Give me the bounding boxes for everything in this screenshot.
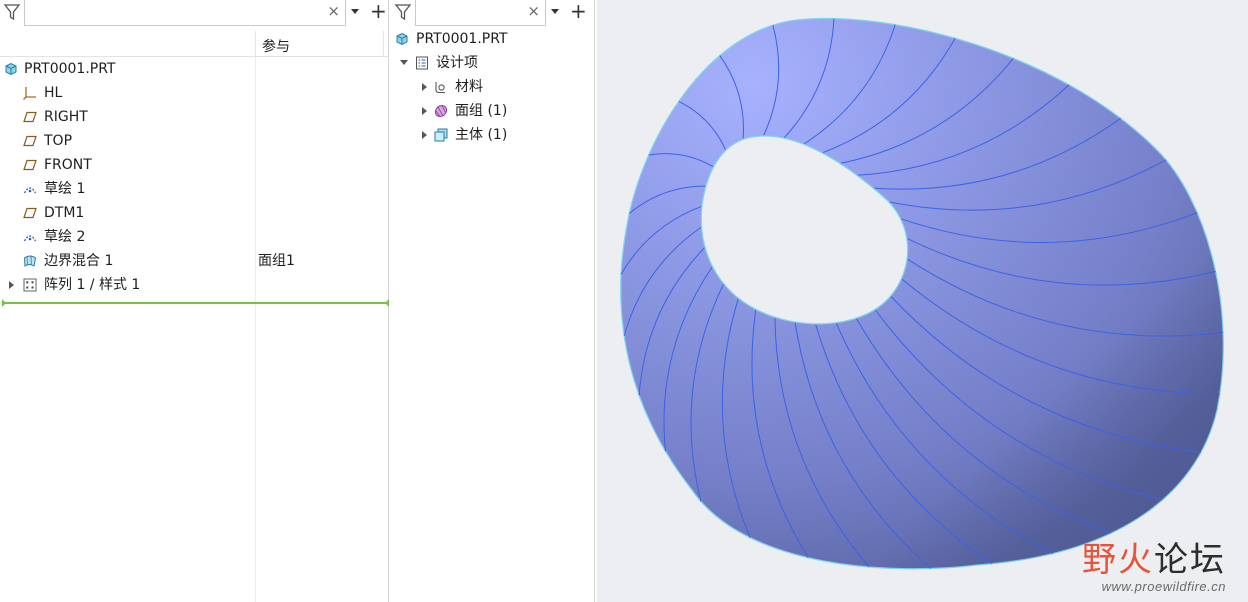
watermark-part2: 论坛 — [1154, 540, 1226, 580]
column-header-participation[interactable]: 参与 — [262, 36, 290, 56]
tree-item-label: PRT0001.PRT — [24, 61, 116, 77]
detail-tree-search-input[interactable] — [420, 0, 520, 24]
pattern-icon — [23, 278, 37, 292]
csys-icon — [23, 87, 36, 100]
quilt-icon — [434, 104, 448, 118]
add-column-icon[interactable]: + — [370, 0, 387, 22]
material-icon — [435, 82, 445, 94]
tree-item-label: FRONT — [44, 157, 92, 173]
detail-item-label: 主体 (1) — [455, 127, 508, 143]
tree-item-boundary-blend[interactable]: 边界混合 1 面组1 — [0, 249, 389, 273]
part-icon — [396, 32, 408, 46]
part-icon — [5, 62, 17, 76]
tree-item-label: 阵列 1 / 样式 1 — [44, 277, 141, 293]
datum-plane-icon — [23, 207, 37, 219]
design-items-label: 设计项 — [436, 55, 478, 71]
detail-tree-panel: × + PRT0001.PRT 设计项 材料 面组 (1) 主体 (1) — [391, 0, 595, 602]
expand-arrow-icon[interactable] — [422, 131, 427, 139]
detail-root-label: PRT0001.PRT — [416, 31, 508, 47]
add-column-icon[interactable]: + — [570, 0, 587, 22]
clear-search-icon[interactable]: × — [327, 2, 340, 20]
detail-tree-search-box[interactable]: × — [415, 0, 546, 26]
filter-icon[interactable] — [394, 2, 412, 22]
tree-item-label: 边界混合 1 — [44, 253, 114, 269]
model-tree-search-input[interactable] — [29, 0, 319, 24]
search-dropdown-icon[interactable] — [551, 9, 559, 14]
watermark-title: 野火论坛 — [1082, 541, 1226, 579]
datum-plane-icon — [23, 159, 37, 171]
tree-item-label: 草绘 1 — [44, 181, 86, 197]
boundary-blend-icon — [23, 255, 37, 267]
model-tree-panel: × + 参与 PRT0001.PRT HL RIGHT TOP FRONT 草绘… — [0, 0, 389, 602]
tree-item-label: DTM1 — [44, 205, 85, 221]
tree-item-reference: 面组1 — [258, 253, 295, 269]
expand-arrow-icon[interactable] — [422, 107, 427, 115]
surface-model[interactable] — [597, 0, 1248, 602]
tree-column-header: 参与 — [0, 31, 389, 57]
datum-plane-icon — [23, 111, 37, 123]
expand-arrow-icon[interactable] — [9, 281, 14, 289]
watermark-part1: 野火 — [1082, 540, 1154, 580]
body-icon — [434, 128, 448, 142]
clear-search-icon[interactable]: × — [527, 2, 540, 20]
expand-arrow-icon[interactable] — [422, 83, 427, 91]
tree-item-label: HL — [44, 85, 63, 101]
insert-here-indicator[interactable] — [2, 299, 389, 307]
collapse-arrow-icon[interactable] — [400, 60, 408, 65]
sketch-icon — [23, 235, 37, 242]
tree-item-label: RIGHT — [44, 109, 88, 125]
design-items-icon — [416, 56, 428, 70]
sketch-icon — [23, 187, 37, 194]
tree-item-label: TOP — [44, 133, 73, 149]
datum-plane-icon — [23, 135, 37, 147]
model-tree-toolbar: × + — [0, 0, 388, 27]
filter-icon[interactable] — [3, 2, 21, 22]
detail-item-label: 材料 — [455, 79, 483, 95]
tree-item-label: 草绘 2 — [44, 229, 86, 245]
search-dropdown-icon[interactable] — [351, 9, 359, 14]
graphics-viewport[interactable]: 野火论坛 www.proewildfire.cn — [597, 0, 1248, 602]
detail-tree-toolbar: × + — [391, 0, 594, 27]
detail-item-label: 面组 (1) — [455, 103, 508, 119]
watermark-url: www.proewildfire.cn — [1101, 579, 1226, 594]
model-tree-search-box[interactable]: × — [24, 0, 346, 26]
forum-watermark: 野火论坛 www.proewildfire.cn — [1082, 541, 1226, 594]
